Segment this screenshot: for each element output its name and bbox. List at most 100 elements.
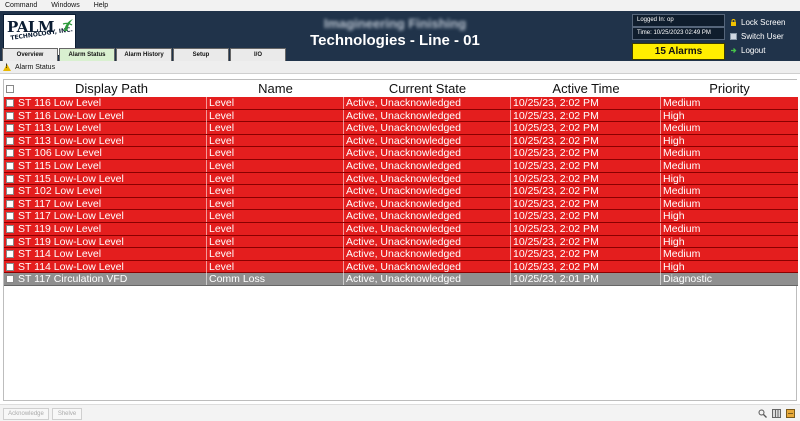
cell-priority: Diagnostic	[663, 273, 713, 286]
table-row[interactable]: ST 116 Low Level Level Active, Unacknowled…	[4, 97, 798, 110]
cell-display-path: ST 117 Low-Low Level	[16, 210, 207, 223]
table-row[interactable]: ST 106 Low Level Level Active, Unacknowled…	[4, 147, 798, 160]
cell-display-path: ST 116 Low-Low Level	[16, 109, 207, 122]
palm-leaf-icon	[62, 19, 73, 31]
cell-priority: Medium	[663, 185, 701, 198]
column-header-priority[interactable]: Priority	[661, 80, 798, 97]
tab-setup[interactable]: Setup	[173, 48, 229, 61]
cell-current-state: Active, Unacknowledged	[344, 147, 511, 160]
warning-icon	[3, 63, 11, 71]
row-checkbox[interactable]	[6, 111, 14, 120]
cell-current-state: Active, Unacknowledged	[344, 248, 511, 261]
cell-active-time: 10/25/23, 2:02 PM	[511, 147, 661, 160]
cell-priority: High	[663, 109, 685, 122]
menu-command[interactable]: Command	[5, 2, 37, 9]
cell-current-state: Active, Unacknowledged	[344, 260, 511, 273]
search-icon[interactable]	[758, 409, 767, 418]
cell-display-path: ST 114 Low Level	[16, 248, 207, 261]
cell-name: Level	[207, 122, 344, 135]
cell-name: Level	[207, 210, 344, 223]
row-checkbox[interactable]	[6, 262, 14, 271]
select-all-checkbox[interactable]	[6, 85, 14, 93]
cell-name: Level	[207, 159, 344, 172]
row-checkbox[interactable]	[6, 199, 14, 208]
table-row[interactable]: ST 114 Low-Low Level Level Active, Unackno…	[4, 260, 798, 274]
alarm-status-bar: Alarm Status	[0, 61, 800, 74]
column-header-name[interactable]: Name	[207, 80, 344, 97]
cell-name: Level	[207, 248, 344, 261]
cell-priority: Medium	[663, 222, 701, 235]
cell-current-state: Active, Unacknowledged	[344, 134, 511, 147]
row-checkbox[interactable]	[6, 99, 14, 107]
table-row[interactable]: ST 119 Low-Low Level Level Active, Unackno…	[4, 235, 798, 249]
tab-alarm-status[interactable]: Alarm Status	[59, 48, 115, 61]
table-row[interactable]: ST 116 Low-Low Level Level Active, Unackno…	[4, 109, 798, 123]
cell-name: Level	[207, 197, 344, 210]
cell-current-state: Active, Unacknowledged	[344, 122, 511, 135]
column-header-display-path[interactable]: Display Path	[16, 80, 207, 97]
column-header-current-state[interactable]: Current State	[344, 80, 511, 97]
tab-alarm-history[interactable]: Alarm History	[116, 48, 172, 61]
table-row[interactable]: ST 115 Low Level Level Active, Unacknowled…	[4, 159, 798, 173]
row-checkbox[interactable]	[6, 224, 14, 233]
table-row[interactable]: ST 113 Low-Low Level Level Active, Unackno…	[4, 134, 798, 148]
column-header-active-time[interactable]: Active Time	[511, 80, 661, 97]
cell-display-path: ST 113 Low-Low Level	[16, 134, 207, 147]
cell-display-path: ST 113 Low Level	[16, 122, 207, 135]
cell-active-time: 10/25/23, 2:02 PM	[511, 134, 661, 147]
cell-active-time: 10/25/23, 2:02 PM	[511, 222, 661, 235]
cell-active-time: 10/25/23, 2:02 PM	[511, 235, 661, 248]
cell-active-time: 10/25/23, 2:02 PM	[511, 172, 661, 185]
acknowledge-button[interactable]: Acknowledge	[3, 408, 49, 420]
cell-display-path: ST 115 Low Level	[16, 159, 207, 172]
cell-display-path: ST 102 Low Level	[16, 185, 207, 198]
tab-overview[interactable]: Overview	[2, 48, 58, 61]
export-icon[interactable]	[786, 409, 795, 418]
table-row[interactable]: ST 113 Low Level Level Active, Unacknowled…	[4, 122, 798, 135]
cell-current-state: Active, Unacknowledged	[344, 222, 511, 235]
subtitle-blurred: Imagineering Finishing	[323, 16, 467, 31]
row-checkbox[interactable]	[6, 161, 14, 170]
cell-display-path: ST 117 Circulation VFD	[16, 273, 207, 286]
row-checkbox[interactable]	[6, 136, 14, 145]
shelve-button[interactable]: Shelve	[52, 408, 82, 420]
cell-active-time: 10/25/23, 2:02 PM	[511, 109, 661, 122]
switch-user-button[interactable]: Switch User	[730, 30, 784, 42]
table-row[interactable]: ST 119 Low Level Level Active, Unacknowled…	[4, 222, 798, 236]
cell-active-time: 10/25/23, 2:02 PM	[511, 122, 661, 135]
table-row[interactable]: ST 115 Low-Low Level Level Active, Unackno…	[4, 172, 798, 186]
row-checkbox[interactable]	[6, 174, 14, 183]
cell-priority: High	[663, 235, 685, 248]
row-checkbox[interactable]	[6, 237, 14, 246]
cell-current-state: Active, Unacknowledged	[344, 197, 511, 210]
cell-display-path: ST 114 Low-Low Level	[16, 260, 207, 273]
menu-help[interactable]: Help	[94, 2, 108, 9]
cell-active-time: 10/25/23, 2:01 PM	[511, 273, 661, 286]
row-checkbox[interactable]	[6, 187, 14, 196]
table-row[interactable]: ST 117 Circulation VFD Comm Loss Active, U…	[4, 273, 798, 286]
row-checkbox[interactable]	[6, 149, 14, 158]
table-row[interactable]: ST 117 Low Level Level Active, Unacknowled…	[4, 197, 798, 211]
switch-user-icon	[730, 32, 737, 40]
tab-io[interactable]: I/O	[230, 48, 286, 61]
page-title: Technologies - Line - 01	[310, 32, 480, 49]
row-checkbox[interactable]	[6, 212, 14, 221]
table-row[interactable]: ST 114 Low Level Level Active, Unacknowled…	[4, 248, 798, 261]
menu-windows[interactable]: Windows	[51, 2, 79, 9]
cell-current-state: Active, Unacknowledged	[344, 109, 511, 122]
row-checkbox[interactable]	[6, 275, 14, 284]
lock-screen-button[interactable]: Lock Screen	[730, 16, 785, 28]
cell-current-state: Active, Unacknowledged	[344, 235, 511, 248]
cell-name: Level	[207, 235, 344, 248]
columns-icon[interactable]	[772, 409, 781, 418]
row-checkbox[interactable]	[6, 250, 14, 259]
cell-name: Level	[207, 134, 344, 147]
alarm-table: Display Path Name Current State Active T…	[3, 79, 798, 401]
switch-user-label: Switch User	[741, 31, 784, 41]
table-row[interactable]: ST 102 Low Level Level Active, Unacknowled…	[4, 185, 798, 198]
cell-priority: Medium	[663, 122, 701, 135]
cell-current-state: Active, Unacknowledged	[344, 97, 511, 109]
table-row[interactable]: ST 117 Low-Low Level Level Active, Unackno…	[4, 210, 798, 223]
row-checkbox[interactable]	[6, 124, 14, 133]
cell-priority: Medium	[663, 97, 701, 109]
